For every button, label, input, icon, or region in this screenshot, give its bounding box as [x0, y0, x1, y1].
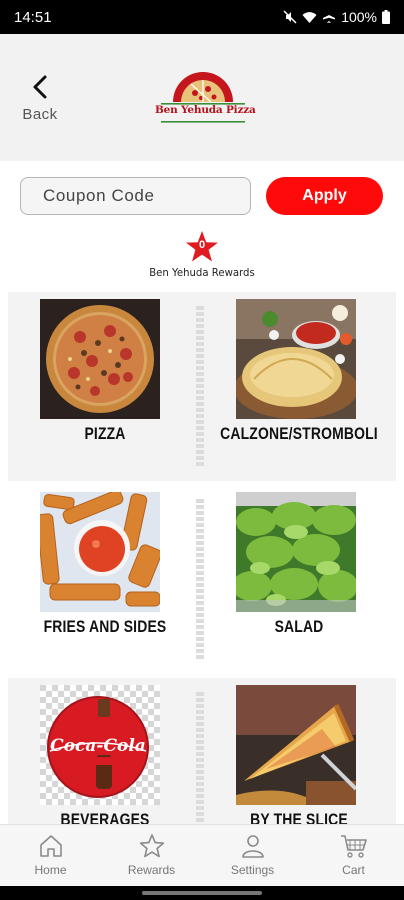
back-label: Back	[22, 106, 58, 123]
rewards-star: 0	[185, 230, 219, 264]
menu-row: FRIES AND SIDES SALAD	[8, 485, 396, 674]
rewards-label: Ben Yehuda Rewards	[149, 266, 255, 279]
gesture-bar	[0, 886, 404, 900]
brand-logo: Ben Yehuda Pizza	[155, 68, 256, 126]
category-calzone-stromboli[interactable]: CALZONE/STROMBOLI	[202, 292, 396, 481]
cart-icon	[340, 835, 367, 858]
gesture-handle[interactable]	[142, 891, 262, 895]
coupon-section: Apply	[0, 161, 404, 231]
nav-cart[interactable]: Cart	[303, 825, 404, 886]
wifi-icon	[302, 11, 317, 23]
category-label: SALAD	[274, 617, 324, 636]
rewards-count: 0	[198, 239, 206, 251]
pizza-logo-icon	[161, 72, 245, 105]
logo-text: Ben Yehuda Pizza	[155, 104, 256, 116]
fries-photo	[40, 492, 160, 612]
status-bar: 14:51 100%	[0, 0, 404, 34]
menu-row: PIZZA CALZONE/STROMBOLI	[8, 292, 396, 481]
category-label: PIZZA	[84, 424, 126, 443]
category-fries-and-sides[interactable]: FRIES AND SIDES	[8, 485, 202, 674]
status-icons: 100%	[283, 9, 390, 25]
battery-percent: 100%	[341, 9, 377, 25]
chevron-left-icon	[33, 75, 47, 99]
coca-cola-photo: Coca-Cola	[40, 685, 160, 805]
nav-rewards[interactable]: Rewards	[101, 825, 202, 886]
logo-underline	[161, 121, 245, 123]
nav-label: Home	[34, 863, 67, 877]
status-time: 14:51	[14, 8, 52, 26]
airplane-icon	[323, 11, 336, 23]
bottom-nav: Home Rewards Settings Cart	[0, 824, 404, 886]
calzone-photo	[236, 299, 356, 419]
rewards-badge[interactable]: 0 Ben Yehuda Rewards	[0, 228, 404, 288]
coupon-code-input[interactable]	[20, 177, 251, 215]
mute-icon	[283, 10, 297, 24]
nav-home[interactable]: Home	[0, 825, 101, 886]
home-icon	[39, 835, 62, 857]
person-icon	[241, 835, 264, 858]
back-button[interactable]: Back	[18, 74, 62, 126]
category-label: CALZONE/STROMBOLI	[220, 424, 378, 443]
slice-photo	[236, 685, 356, 805]
pizza-photo	[40, 299, 160, 419]
star-icon	[139, 834, 164, 858]
nav-label: Settings	[230, 863, 275, 877]
nav-label: Cart	[342, 863, 365, 877]
nav-label: Rewards	[127, 863, 176, 877]
header: Back Ben Yehuda Pizza	[0, 34, 404, 161]
menu-grid: PIZZA CALZONE/STROMBOLI FRIES AND SIDES …	[8, 292, 396, 871]
salad-photo	[236, 492, 356, 612]
nav-settings[interactable]: Settings	[202, 825, 303, 886]
category-salad[interactable]: SALAD	[202, 485, 396, 674]
coca-cola-logo-text: Coca-Cola	[50, 736, 146, 756]
apply-button[interactable]: Apply	[266, 177, 383, 215]
battery-icon	[382, 10, 390, 24]
category-label: FRIES AND SIDES	[43, 617, 167, 636]
category-pizza[interactable]: PIZZA	[8, 292, 202, 481]
